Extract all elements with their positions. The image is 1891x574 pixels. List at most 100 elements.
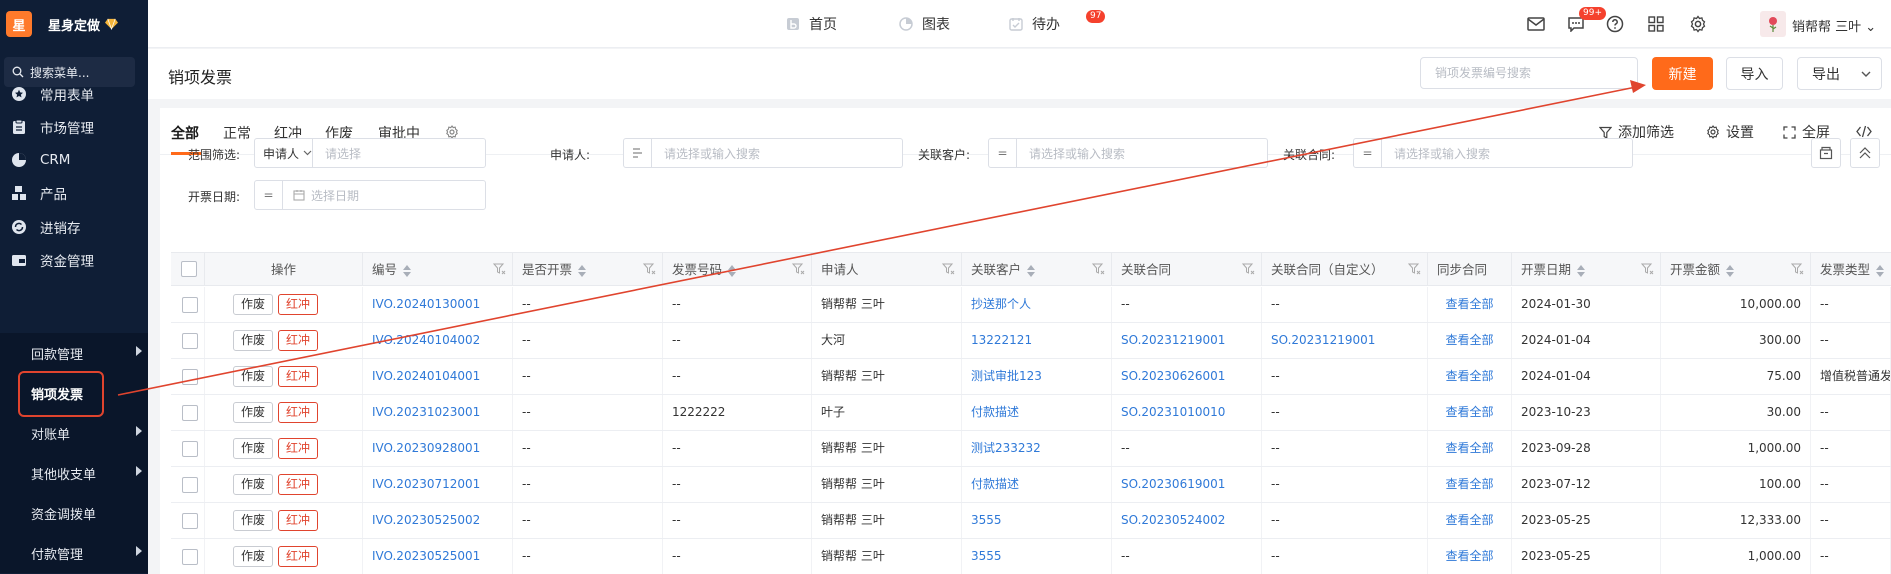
filter-icon[interactable]: [1408, 263, 1421, 275]
table-row[interactable]: 作废 红冲 IVO.20230525001 -- -- 销帮帮 三叶 3555 -- -- 查看全…: [171, 539, 1891, 574]
col-customer[interactable]: 关联客户: [962, 253, 1112, 286]
void-button[interactable]: 作废: [233, 402, 273, 423]
date-filter[interactable]: = 选择日期: [254, 180, 486, 210]
cell-contract-custom[interactable]: SO.20231219001: [1262, 323, 1428, 358]
cell-sync[interactable]: 查看全部: [1428, 323, 1512, 358]
cell-no[interactable]: IVO.20240130001: [363, 287, 513, 322]
cell-contract[interactable]: SO.20231010010: [1112, 395, 1262, 430]
table-row[interactable]: 作废 红冲 IVO.20231023001 -- 1222222 叶子 付款描述 SO.202…: [171, 395, 1891, 431]
filter-icon[interactable]: [1092, 263, 1105, 275]
cell-contract[interactable]: SO.20230626001: [1112, 359, 1262, 394]
col-contract[interactable]: 关联合同: [1112, 253, 1262, 286]
tab-all[interactable]: 全部: [171, 123, 199, 143]
table-row[interactable]: 作废 红冲 IVO.20240130001 -- -- 销帮帮 三叶 抄送那个人 -- -- 查看…: [171, 287, 1891, 323]
export-button[interactable]: 导出: [1797, 57, 1882, 90]
cell-customer[interactable]: 付款描述: [962, 395, 1112, 430]
topnav-todo[interactable]: 待办 97: [1008, 0, 1106, 48]
sort-icon[interactable]: [1726, 264, 1735, 277]
cell-no[interactable]: IVO.20230525001: [363, 539, 513, 574]
red-reverse-button[interactable]: 红冲: [278, 438, 318, 459]
col-amount[interactable]: 开票金额: [1661, 253, 1811, 286]
sidebar-subitem-statements[interactable]: 对账单: [0, 413, 148, 453]
cell-no[interactable]: IVO.20240104001: [363, 359, 513, 394]
gear-icon[interactable]: [1687, 13, 1709, 35]
archive-icon[interactable]: [1811, 138, 1841, 168]
app-logo[interactable]: 星: [6, 11, 32, 37]
cell-sync[interactable]: 查看全部: [1428, 359, 1512, 394]
red-reverse-button[interactable]: 红冲: [278, 546, 318, 567]
equals-operator[interactable]: =: [1354, 139, 1382, 167]
topnav-charts[interactable]: 图表: [898, 0, 950, 48]
cell-customer[interactable]: 测试233232: [962, 431, 1112, 466]
help-icon[interactable]: [1604, 13, 1626, 35]
sidebar-subitem-fund-transfer[interactable]: 资金调拨单: [0, 493, 148, 533]
red-reverse-button[interactable]: 红冲: [278, 510, 318, 531]
row-checkbox[interactable]: [182, 513, 198, 529]
topnav-home[interactable]: 首页: [785, 0, 837, 48]
red-reverse-button[interactable]: 红冲: [278, 366, 318, 387]
row-checkbox[interactable]: [182, 369, 198, 385]
app-name[interactable]: 星身定做: [48, 15, 100, 34]
sort-icon[interactable]: [1577, 264, 1586, 277]
range-select[interactable]: 申请人: [255, 139, 313, 167]
table-row[interactable]: 作废 红冲 IVO.20230525002 -- -- 销帮帮 三叶 3555 SO.2023…: [171, 503, 1891, 539]
settings-button[interactable]: 设置: [1706, 122, 1754, 142]
cell-no[interactable]: IVO.20240104002: [363, 323, 513, 358]
cell-customer[interactable]: 测试审批123: [962, 359, 1112, 394]
void-button[interactable]: 作废: [233, 366, 273, 387]
col-number[interactable]: 编号: [363, 253, 513, 286]
cell-sync[interactable]: 查看全部: [1428, 287, 1512, 322]
void-button[interactable]: 作废: [233, 474, 273, 495]
void-button[interactable]: 作废: [233, 510, 273, 531]
row-checkbox[interactable]: [182, 333, 198, 349]
row-checkbox[interactable]: [182, 441, 198, 457]
cell-sync[interactable]: 查看全部: [1428, 467, 1512, 502]
tab-settings-icon[interactable]: [445, 125, 459, 139]
row-checkbox[interactable]: [182, 549, 198, 565]
table-row[interactable]: 作废 红冲 IVO.20230712001 -- -- 销帮帮 三叶 付款描述 SO.2023…: [171, 467, 1891, 503]
table-row[interactable]: 作废 红冲 IVO.20240104001 -- -- 销帮帮 三叶 测试审批123 SO.2…: [171, 359, 1891, 395]
red-reverse-button[interactable]: 红冲: [278, 330, 318, 351]
col-invoice-no[interactable]: 发票号码: [663, 253, 812, 286]
cell-no[interactable]: IVO.20230928001: [363, 431, 513, 466]
cell-contract[interactable]: SO.20231219001: [1112, 323, 1262, 358]
invoice-search-input[interactable]: 销项发票编号搜索: [1420, 57, 1638, 89]
sort-icon[interactable]: [728, 264, 737, 277]
void-button[interactable]: 作废: [233, 546, 273, 567]
sort-icon[interactable]: [578, 264, 587, 277]
sort-icon[interactable]: [1027, 264, 1036, 277]
filter-icon[interactable]: [792, 263, 805, 275]
table-row[interactable]: 作废 红冲 IVO.20230928001 -- -- 销帮帮 三叶 测试233232 -- -…: [171, 431, 1891, 467]
row-checkbox[interactable]: [182, 477, 198, 493]
user-menu[interactable]: 销帮帮 三叶 ⌄: [1792, 16, 1876, 35]
sort-icon[interactable]: [403, 264, 412, 277]
col-contract-custom[interactable]: 关联合同（自定义）: [1262, 253, 1428, 286]
cell-customer[interactable]: 13222121: [962, 323, 1112, 358]
table-row[interactable]: 作废 红冲 IVO.20240104002 -- -- 大河 13222121 SO.2023…: [171, 323, 1891, 359]
filter-icon[interactable]: [942, 263, 955, 275]
cell-customer[interactable]: 3555: [962, 503, 1112, 538]
code-icon[interactable]: [1856, 125, 1872, 138]
cell-sync[interactable]: 查看全部: [1428, 503, 1512, 538]
void-button[interactable]: 作废: [233, 438, 273, 459]
col-applicant[interactable]: 申请人: [812, 253, 962, 286]
cell-no[interactable]: IVO.20230525002: [363, 503, 513, 538]
equals-operator[interactable]: =: [255, 181, 283, 209]
cell-sync[interactable]: 查看全部: [1428, 395, 1512, 430]
select-all-checkbox[interactable]: [181, 261, 197, 277]
customer-filter[interactable]: = 请选择或输入搜索: [988, 138, 1268, 168]
collapse-icon[interactable]: [1850, 138, 1880, 168]
cell-no[interactable]: IVO.20230712001: [363, 467, 513, 502]
sidebar-subitem-receipts[interactable]: 回款管理: [0, 333, 148, 373]
cell-contract[interactable]: SO.20230524002: [1112, 503, 1262, 538]
applicant-filter[interactable]: 请选择或输入搜索: [623, 138, 903, 168]
col-issued[interactable]: 是否开票: [513, 253, 663, 286]
range-filter[interactable]: 申请人 请选择: [254, 138, 486, 168]
cell-no[interactable]: IVO.20231023001: [363, 395, 513, 430]
equals-operator[interactable]: =: [989, 139, 1017, 167]
cell-customer[interactable]: 3555: [962, 539, 1112, 574]
new-button[interactable]: 新建: [1652, 57, 1713, 90]
row-checkbox[interactable]: [182, 297, 198, 313]
tab-normal[interactable]: 正常: [223, 123, 251, 143]
cell-sync[interactable]: 查看全部: [1428, 431, 1512, 466]
